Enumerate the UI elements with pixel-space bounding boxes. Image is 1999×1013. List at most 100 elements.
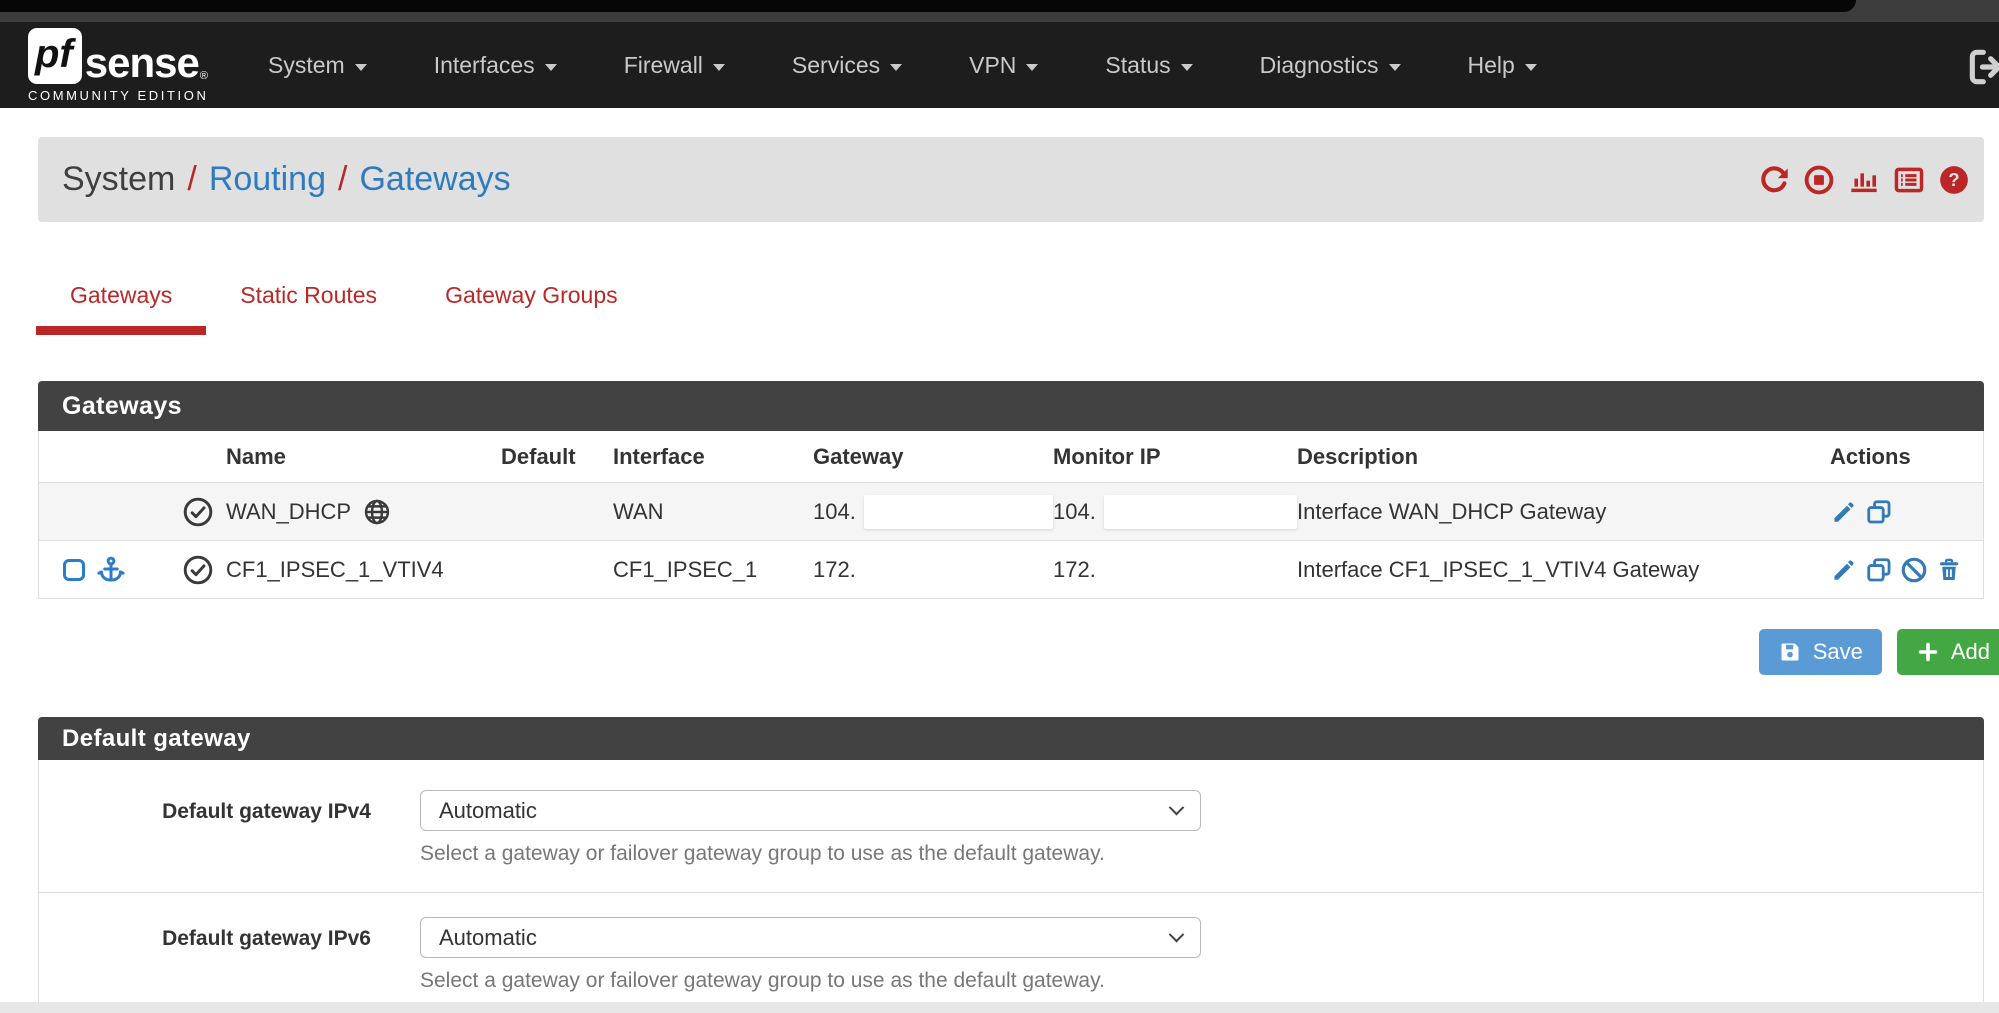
log-list-icon[interactable] xyxy=(1893,164,1925,196)
monitor-ip: 172. xyxy=(1053,557,1297,583)
sign-out-icon[interactable] xyxy=(1965,45,1999,89)
window-edge xyxy=(0,0,1856,12)
nav-item-status[interactable]: Status xyxy=(1105,52,1192,79)
breadcrumb-separator: / xyxy=(338,160,347,199)
gateways-table: Name Default Interface Gateway Monitor I… xyxy=(38,431,1984,599)
gateway-description: Interface WAN_DHCP Gateway xyxy=(1297,499,1830,525)
refresh-icon[interactable] xyxy=(1758,164,1790,196)
nav-item-diagnostics[interactable]: Diagnostics xyxy=(1260,52,1401,79)
logo-edition: COMMUNITY EDITION xyxy=(28,88,220,103)
form-row-ipv6: Default gateway IPv6 Automatic Select a … xyxy=(39,893,1983,1011)
caret-down-icon xyxy=(890,64,902,71)
caret-down-icon xyxy=(545,64,557,71)
redacted-ip xyxy=(1104,495,1297,529)
nav-menu: System Interfaces Firewall Services VPN … xyxy=(268,52,1537,79)
edit-icon[interactable] xyxy=(1830,498,1858,526)
svg-text:?: ? xyxy=(1948,169,1959,190)
gateway-interface: WAN xyxy=(613,499,813,525)
gateway-address: 172. xyxy=(813,557,1053,583)
monitor-ip: 104. xyxy=(1053,499,1096,525)
gateways-panel: Gateways Name Default Interface Gateway … xyxy=(38,381,1984,599)
breadcrumb-separator: / xyxy=(187,160,196,199)
gateway-checkbox-icon[interactable] xyxy=(63,559,85,581)
caret-down-icon xyxy=(1181,64,1193,71)
breadcrumb-actions: ? xyxy=(1758,164,1970,196)
anchor-icon xyxy=(96,555,126,585)
breadcrumb-gateways-link[interactable]: Gateways xyxy=(359,160,510,199)
chevron-down-icon xyxy=(1169,800,1185,816)
help-text: Select a gateway or failover gateway gro… xyxy=(420,842,1201,866)
disable-icon[interactable] xyxy=(1900,556,1928,584)
help-icon[interactable]: ? xyxy=(1938,164,1970,196)
selected-value: Automatic xyxy=(439,798,537,824)
breadcrumb-routing-link[interactable]: Routing xyxy=(209,160,326,199)
caret-down-icon xyxy=(1026,64,1038,71)
nav-item-vpn[interactable]: VPN xyxy=(969,52,1038,79)
nav-item-interfaces[interactable]: Interfaces xyxy=(434,52,557,79)
logo-registered-mark: ® xyxy=(200,70,208,82)
default-gateway-ipv6-select[interactable]: Automatic xyxy=(420,917,1201,958)
add-button[interactable]: Add xyxy=(1897,629,1999,675)
gateway-name: CF1_IPSEC_1_VTIV4 xyxy=(226,557,501,583)
default-gateway-ipv4-label: Default gateway IPv4 xyxy=(99,790,371,866)
redacted-ip xyxy=(864,495,1053,529)
tab-gateway-groups[interactable]: Gateway Groups xyxy=(411,282,652,335)
tab-static-routes[interactable]: Static Routes xyxy=(206,282,411,335)
nav-item-help[interactable]: Help xyxy=(1468,52,1537,79)
caret-down-icon xyxy=(1389,64,1401,71)
main-navbar: pf sense ® COMMUNITY EDITION System Inte… xyxy=(0,22,1999,108)
page-bottom-strip xyxy=(0,1002,1999,1013)
gateways-panel-title: Gateways xyxy=(38,381,1984,431)
gateway-online-check-icon xyxy=(182,496,214,528)
col-monitor-ip: Monitor IP xyxy=(1053,444,1297,470)
tab-gateways[interactable]: Gateways xyxy=(36,282,206,335)
nav-item-system[interactable]: System xyxy=(268,52,367,79)
default-gateway-panel-title: Default gateway xyxy=(38,717,1984,760)
stop-icon[interactable] xyxy=(1803,164,1835,196)
caret-down-icon xyxy=(1525,64,1537,71)
routing-tabs: Gateways Static Routes Gateway Groups xyxy=(36,282,1999,335)
save-button[interactable]: Save xyxy=(1759,629,1882,675)
chart-icon[interactable] xyxy=(1848,164,1880,196)
table-header-row: Name Default Interface Gateway Monitor I… xyxy=(39,431,1983,482)
form-row-ipv4: Default gateway IPv4 Automatic Select a … xyxy=(39,760,1983,893)
copy-icon[interactable] xyxy=(1865,498,1893,526)
copy-icon[interactable] xyxy=(1865,556,1893,584)
selected-value: Automatic xyxy=(439,925,537,951)
caret-down-icon xyxy=(355,64,367,71)
save-icon xyxy=(1778,640,1802,664)
breadcrumb-system: System xyxy=(62,160,175,199)
breadcrumb-bar: System / Routing / Gateways ? xyxy=(38,137,1984,222)
col-default: Default xyxy=(501,444,613,470)
table-row-cf1-ipsec: CF1_IPSEC_1_VTIV4 CF1_IPSEC_1 172. 172. … xyxy=(39,540,1983,598)
default-gateway-globe-icon xyxy=(363,498,391,526)
plus-icon xyxy=(1916,640,1940,664)
nav-item-firewall[interactable]: Firewall xyxy=(624,52,725,79)
col-gateway: Gateway xyxy=(813,444,1053,470)
col-actions: Actions xyxy=(1830,444,1983,470)
logo-pf: pf xyxy=(28,28,82,84)
gateway-name: WAN_DHCP xyxy=(226,499,351,525)
delete-icon[interactable] xyxy=(1935,556,1963,584)
default-gateway-ipv6-label: Default gateway IPv6 xyxy=(99,917,371,993)
caret-down-icon xyxy=(713,64,725,71)
window-top-strip xyxy=(0,0,1999,22)
gateway-description: Interface CF1_IPSEC_1_VTIV4 Gateway xyxy=(1297,557,1830,583)
table-row-wan-dhcp: WAN_DHCP WAN 104. 104. Interface WAN_DHC… xyxy=(39,482,1983,540)
gateway-interface: CF1_IPSEC_1 xyxy=(613,557,813,583)
action-buttons: Save Add xyxy=(38,629,1984,675)
col-name: Name xyxy=(226,444,501,470)
edit-icon[interactable] xyxy=(1830,556,1858,584)
default-gateway-ipv4-select[interactable]: Automatic xyxy=(420,790,1201,831)
chevron-down-icon xyxy=(1169,927,1185,943)
nav-item-services[interactable]: Services xyxy=(792,52,902,79)
breadcrumb: System / Routing / Gateways xyxy=(62,160,511,199)
pfsense-logo[interactable]: pf sense ® COMMUNITY EDITION xyxy=(28,28,220,103)
help-text: Select a gateway or failover gateway gro… xyxy=(420,969,1201,993)
gateway-address: 104. xyxy=(813,499,856,525)
logo-sense: sense xyxy=(85,42,199,84)
col-description: Description xyxy=(1297,444,1830,470)
gateway-online-check-icon xyxy=(182,554,214,586)
col-interface: Interface xyxy=(613,444,813,470)
default-gateway-panel: Default gateway Default gateway IPv4 Aut… xyxy=(38,717,1984,1012)
